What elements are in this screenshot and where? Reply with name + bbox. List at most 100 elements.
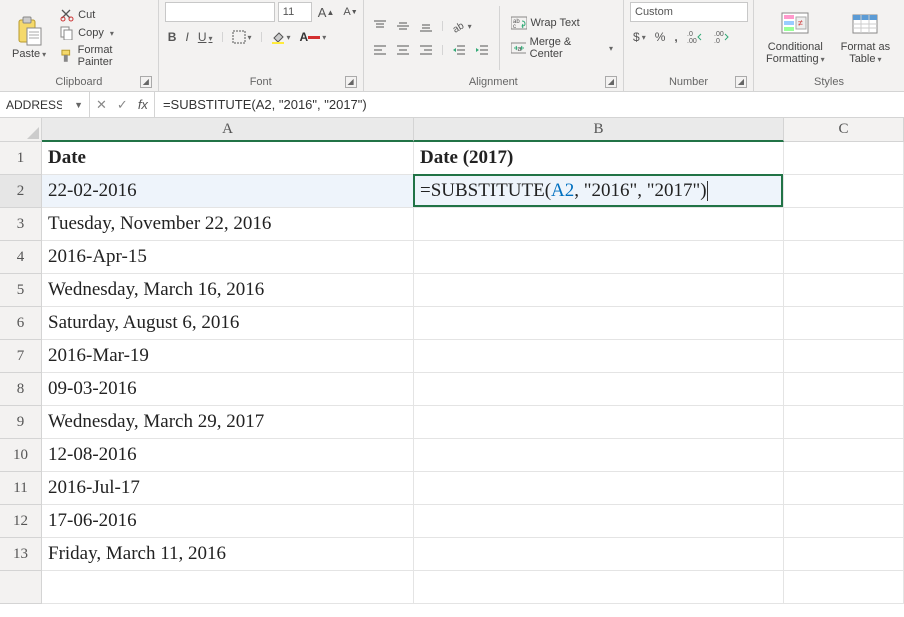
align-top-button[interactable]	[370, 17, 390, 35]
cell-A5[interactable]: Wednesday, March 16, 2016	[42, 274, 414, 307]
align-left-button[interactable]	[370, 41, 390, 59]
border-button[interactable]	[229, 28, 255, 46]
align-middle-button[interactable]	[393, 17, 413, 35]
decrease-font-button[interactable]: A▼	[340, 4, 360, 20]
format-as-table-button[interactable]: Format asTable	[835, 9, 897, 67]
cancel-formula-button[interactable]: ✕	[96, 97, 107, 113]
cell-C3[interactable]	[784, 208, 904, 241]
underline-button[interactable]: U	[195, 28, 216, 46]
row-header-14[interactable]	[0, 571, 42, 604]
cell-C10[interactable]	[784, 439, 904, 472]
cell-B2[interactable]: =SUBSTITUTE(A2, "2016", "2017")	[414, 175, 784, 208]
paste-button[interactable]: Paste	[6, 14, 52, 62]
enter-formula-button[interactable]: ✓	[117, 97, 128, 113]
cell-B10[interactable]	[414, 439, 784, 472]
cell-B9[interactable]	[414, 406, 784, 439]
cell-A6[interactable]: Saturday, August 6, 2016	[42, 307, 414, 340]
cell-A10[interactable]: 12-08-2016	[42, 439, 414, 472]
comma-button[interactable]: ,	[671, 28, 680, 46]
column-header-A[interactable]: A	[42, 118, 414, 142]
cell-C2[interactable]	[784, 175, 904, 208]
cell-C7[interactable]	[784, 340, 904, 373]
font-size-input[interactable]	[278, 2, 312, 22]
cut-button[interactable]: Cut	[56, 7, 152, 23]
row-header-4[interactable]: 4	[0, 241, 42, 274]
row-header-9[interactable]: 9	[0, 406, 42, 439]
cell-C9[interactable]	[784, 406, 904, 439]
row-header-12[interactable]: 12	[0, 505, 42, 538]
font-color-button[interactable]: A	[297, 28, 330, 46]
font-dialog-launcher[interactable]: ◢	[345, 76, 357, 88]
cell-B12[interactable]	[414, 505, 784, 538]
cell-B5[interactable]	[414, 274, 784, 307]
name-box[interactable]: ▼	[0, 92, 90, 117]
decrease-decimal-button[interactable]: .00.0	[711, 28, 735, 46]
cell-A8[interactable]: 09-03-2016	[42, 373, 414, 406]
cell-C13[interactable]	[784, 538, 904, 571]
row-header-11[interactable]: 11	[0, 472, 42, 505]
column-header-B[interactable]: B	[414, 118, 784, 142]
row-header-3[interactable]: 3	[0, 208, 42, 241]
decrease-indent-button[interactable]	[449, 41, 469, 59]
cell-B6[interactable]	[414, 307, 784, 340]
row-header-5[interactable]: 5	[0, 274, 42, 307]
copy-button[interactable]: Copy	[56, 25, 152, 41]
align-center-button[interactable]	[393, 41, 413, 59]
font-name-input[interactable]	[165, 2, 275, 22]
cell-C5[interactable]	[784, 274, 904, 307]
cell-A9[interactable]: Wednesday, March 29, 2017	[42, 406, 414, 439]
cell-B7[interactable]	[414, 340, 784, 373]
row-header-7[interactable]: 7	[0, 340, 42, 373]
increase-font-button[interactable]: A▲	[315, 3, 338, 22]
row-header-8[interactable]: 8	[0, 373, 42, 406]
cell-B11[interactable]	[414, 472, 784, 505]
conditional-formatting-button[interactable]: ≠ ConditionalFormatting	[760, 9, 831, 67]
cell-C4[interactable]	[784, 241, 904, 274]
currency-button[interactable]: $	[630, 28, 649, 46]
cell-C8[interactable]	[784, 373, 904, 406]
wrap-text-button[interactable]: abc Wrap Text	[507, 15, 617, 31]
increase-indent-button[interactable]	[472, 41, 492, 59]
cell-C14[interactable]	[784, 571, 904, 604]
cell-A13[interactable]: Friday, March 11, 2016	[42, 538, 414, 571]
align-right-button[interactable]	[416, 41, 436, 59]
cell-A14[interactable]	[42, 571, 414, 604]
merge-center-button[interactable]: a Merge & Center	[507, 35, 617, 61]
cell-C12[interactable]	[784, 505, 904, 538]
formula-input[interactable]	[155, 92, 904, 117]
select-all-corner[interactable]	[0, 118, 42, 142]
cell-A11[interactable]: 2016-Jul-17	[42, 472, 414, 505]
cell-B8[interactable]	[414, 373, 784, 406]
percent-button[interactable]: %	[652, 28, 669, 46]
cell-B4[interactable]	[414, 241, 784, 274]
cell-A7[interactable]: 2016-Mar-19	[42, 340, 414, 373]
row-header-13[interactable]: 13	[0, 538, 42, 571]
bold-button[interactable]: B	[165, 28, 180, 46]
cell-B13[interactable]	[414, 538, 784, 571]
row-header-1[interactable]: 1	[0, 142, 42, 175]
orientation-button[interactable]: ab	[449, 17, 475, 35]
row-header-6[interactable]: 6	[0, 307, 42, 340]
fill-color-button[interactable]	[268, 28, 294, 46]
format-painter-button[interactable]: Format Painter	[56, 43, 152, 69]
increase-decimal-button[interactable]: .0.00	[684, 28, 708, 46]
column-header-C[interactable]: C	[784, 118, 904, 142]
cell-A4[interactable]: 2016-Apr-15	[42, 241, 414, 274]
cell-C1[interactable]	[784, 142, 904, 175]
italic-button[interactable]: I	[182, 28, 191, 46]
cell-A12[interactable]: 17-06-2016	[42, 505, 414, 538]
align-bottom-button[interactable]	[416, 17, 436, 35]
row-header-2[interactable]: 2	[0, 175, 42, 208]
cell-A3[interactable]: Tuesday, November 22, 2016	[42, 208, 414, 241]
cell-A1[interactable]: Date	[42, 142, 414, 175]
number-format-select[interactable]	[630, 2, 748, 22]
cell-B3[interactable]	[414, 208, 784, 241]
name-box-input[interactable]	[0, 92, 68, 117]
cell-A2[interactable]: 22-02-2016	[42, 175, 414, 208]
row-header-10[interactable]: 10	[0, 439, 42, 472]
cell-B14[interactable]	[414, 571, 784, 604]
insert-function-button[interactable]: fx	[138, 97, 148, 112]
cell-B1[interactable]: Date (2017)	[414, 142, 784, 175]
alignment-dialog-launcher[interactable]: ◢	[605, 76, 617, 88]
cell-C6[interactable]	[784, 307, 904, 340]
